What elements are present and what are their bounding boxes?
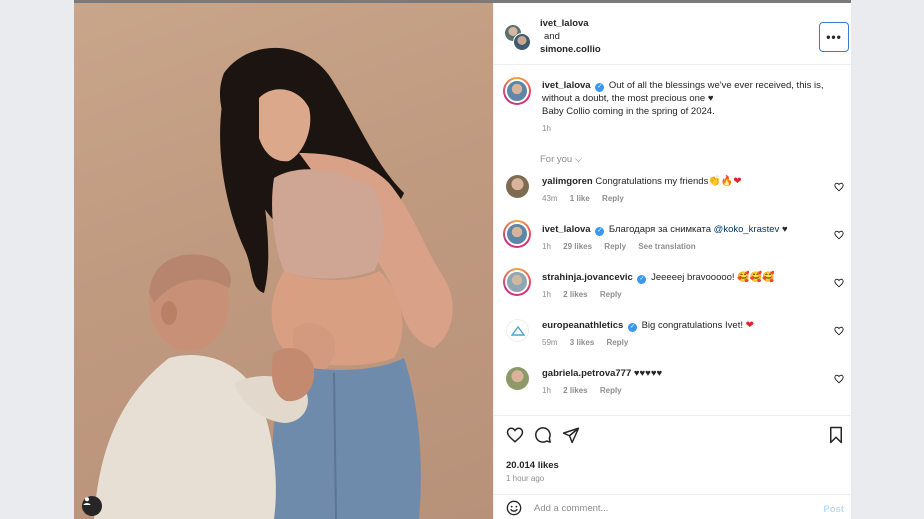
comment-item: gabriela.petrova777 ♥♥♥♥♥ 1h 2 likes Rep… (494, 363, 852, 411)
verified-icon: ✓ (595, 227, 605, 236)
action-bar (494, 416, 852, 454)
collab-names: ivet_lalova and simone.collio (540, 17, 601, 56)
comment-heart: ♥ (781, 224, 788, 235)
heart-icon[interactable] (834, 230, 844, 240)
comment-heart: ❤ (745, 320, 755, 331)
comment-heart: ❤ (733, 176, 742, 187)
caption-time: 1h (542, 124, 551, 133)
heart-icon[interactable] (834, 326, 844, 336)
likes-count[interactable]: 20.014 likes (506, 460, 559, 471)
comment-text: ♥♥♥♥♥ (633, 368, 663, 379)
heart-icon[interactable] (506, 426, 524, 444)
avatar[interactable] (503, 268, 531, 296)
post-timestamp: 1 hour ago (506, 474, 545, 483)
comment-text: Jeeeeej bravooooo! (651, 272, 735, 283)
comment-emoji: 🥰🥰🥰 (737, 272, 775, 283)
comments-scroll-area[interactable]: ivet_lalova ✓ Out of all the blessings w… (494, 65, 852, 415)
post-side-panel: ivet_lalova and simone.collio ••• ivet_l… (493, 3, 852, 519)
avatar (513, 33, 531, 51)
comment-time: 1h (542, 242, 551, 251)
verified-icon: ✓ (595, 83, 605, 92)
comment-item: yalimgoren Congratulations my friends👏🔥❤… (494, 171, 852, 219)
post-header: ivet_lalova and simone.collio ••• (494, 3, 851, 65)
caption-avatar[interactable] (503, 77, 531, 105)
header-and-label: and (544, 31, 560, 42)
comment-input[interactable] (534, 499, 804, 517)
avatar[interactable] (506, 175, 529, 198)
comment-username[interactable]: europeanathletics (542, 320, 623, 331)
avatar[interactable] (506, 319, 529, 342)
chevron-down-icon: ⌵ (574, 154, 583, 165)
comment-time: 1h (542, 386, 551, 395)
comment-likes[interactable]: 3 likes (570, 338, 594, 347)
comment-emoji: 👏🔥 (708, 176, 734, 187)
comment-username[interactable]: strahinja.jovancevic (542, 272, 633, 283)
share-icon[interactable] (562, 426, 580, 444)
header-username-2[interactable]: simone.collio (540, 43, 601, 56)
post-comment-button[interactable]: Post (823, 504, 844, 515)
comment-username[interactable]: yalimgoren (542, 176, 593, 187)
comment-text: Big congratulations Ivet! (641, 320, 743, 331)
reply-button[interactable]: Reply (602, 194, 624, 203)
post-caption: ivet_lalova ✓ Out of all the blessings w… (494, 65, 852, 149)
european-athletics-logo-icon (510, 325, 525, 336)
user-tag-icon[interactable] (82, 496, 102, 516)
heart-icon[interactable] (834, 182, 844, 192)
smile-icon[interactable] (506, 500, 522, 516)
reply-button[interactable]: Reply (600, 290, 622, 299)
comment-likes[interactable]: 1 like (570, 194, 590, 203)
verified-icon: ✓ (627, 323, 637, 332)
comment-mention[interactable]: @koko_krastev (714, 224, 780, 235)
header-username-1[interactable]: ivet_lalova (540, 17, 601, 30)
comment-item: europeanathletics ✓ Big congratulations … (494, 315, 852, 363)
comment-username[interactable]: ivet_lalova (542, 224, 591, 235)
comment-likes[interactable]: 2 likes (563, 290, 587, 299)
comment-text: Благодаря за снимката (608, 224, 712, 235)
photo-illustration (94, 47, 453, 519)
for-you-label: For you (540, 154, 573, 165)
comment-time: 59m (542, 338, 558, 347)
comment-text: Congratulations my friends (595, 176, 709, 187)
avatar[interactable] (506, 367, 529, 390)
see-translation-button[interactable]: See translation (638, 242, 695, 251)
comment-likes[interactable]: 29 likes (563, 242, 592, 251)
heart-icon[interactable] (834, 278, 844, 288)
caption-text-line2: Baby Collio coming in the spring of 2024… (542, 106, 715, 117)
heart-icon[interactable] (834, 374, 844, 384)
post-photo[interactable] (74, 3, 493, 519)
comment-time: 1h (542, 290, 551, 299)
more-options-button[interactable]: ••• (819, 22, 849, 52)
post-modal: ivet_lalova and simone.collio ••• ivet_l… (74, 0, 852, 519)
comment-item: strahinja.jovancevic ✓ Jeeeeej bravooooo… (494, 267, 852, 315)
comment-icon[interactable] (534, 426, 552, 444)
reply-button[interactable]: Reply (604, 242, 626, 251)
caption-username[interactable]: ivet_lalova (542, 80, 591, 91)
comment-likes[interactable]: 2 likes (563, 386, 587, 395)
bookmark-icon[interactable] (828, 426, 844, 444)
for-you-dropdown[interactable]: For you ⌵ (494, 149, 852, 171)
collab-avatars[interactable] (504, 24, 532, 52)
verified-icon: ✓ (637, 275, 647, 284)
comment-username[interactable]: gabriela.petrova777 (542, 368, 631, 379)
add-comment-bar: Post (494, 494, 852, 519)
post-actions: 20.014 likes 1 hour ago Post (494, 415, 852, 519)
comment-time: 43m (542, 194, 558, 203)
more-horizontal-icon: ••• (826, 30, 842, 44)
avatar[interactable] (503, 220, 531, 248)
reply-button[interactable]: Reply (607, 338, 629, 347)
comment-item: ivet_lalova ✓ Благодаря за снимката @kok… (494, 219, 852, 267)
reply-button[interactable]: Reply (600, 386, 622, 395)
